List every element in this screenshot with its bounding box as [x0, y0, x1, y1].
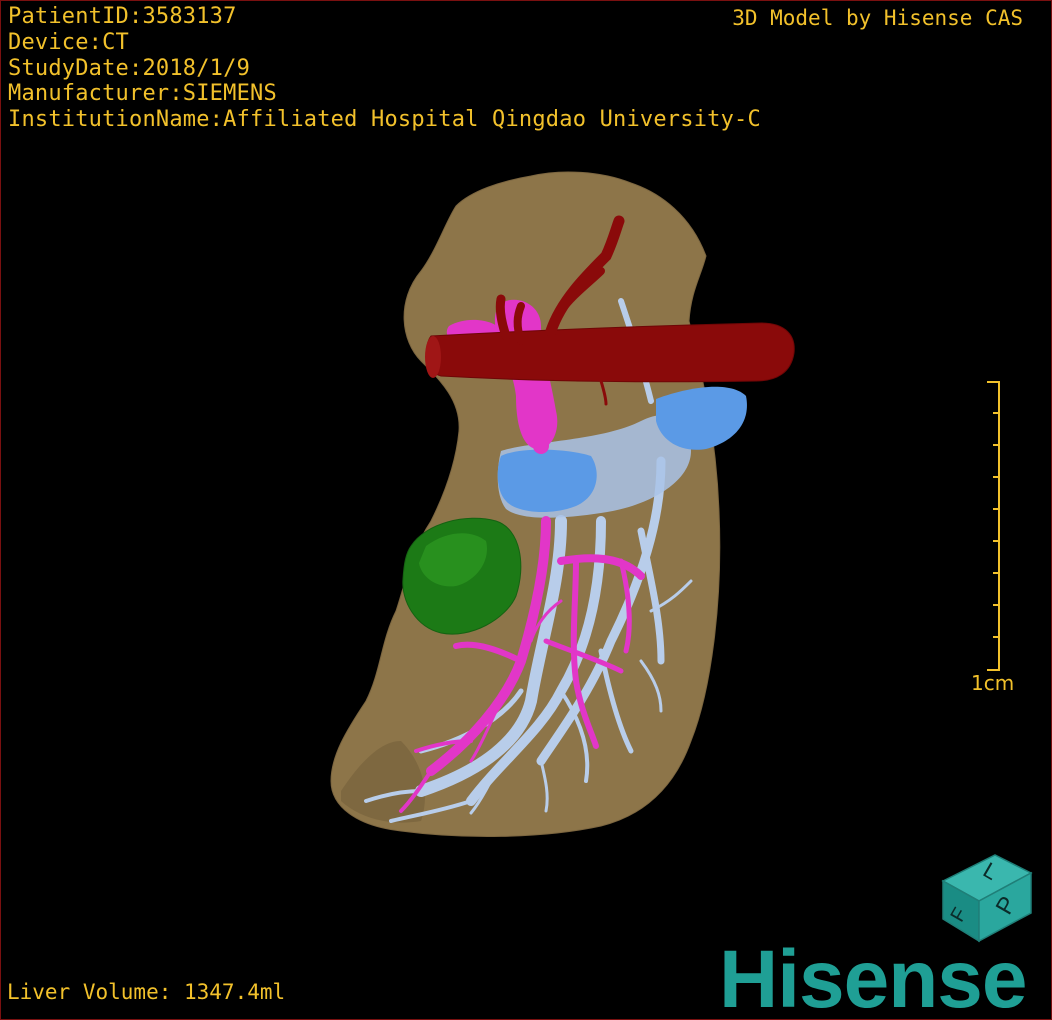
orientation-cube[interactable]: L P F	[935, 843, 1039, 943]
liver-3d-model[interactable]	[1, 1, 1051, 1019]
3d-viewport[interactable]: PatientID:3583137 Device:CT StudyDate:20…	[0, 0, 1052, 1020]
model-credit-text: 3D Model by Hisense CAS	[732, 6, 1023, 30]
study-date-text: StudyDate:2018/1/9	[8, 56, 251, 81]
blue-structure-core	[497, 449, 597, 513]
device-text: Device:CT	[8, 30, 130, 55]
blue-structure-right	[656, 386, 747, 450]
institution-text: InstitutionName:Affiliated Hospital Qing…	[8, 107, 761, 132]
hisense-logo: Hisense	[719, 934, 1028, 1020]
liver-volume-text: Liver Volume: 1347.4ml	[7, 980, 286, 1004]
patient-id-text: PatientID:3583137	[8, 4, 237, 29]
scale-bar	[987, 381, 1000, 671]
manufacturer-text: Manufacturer:SIEMENS	[8, 81, 277, 106]
scale-bar-label: 1cm	[971, 671, 1015, 695]
